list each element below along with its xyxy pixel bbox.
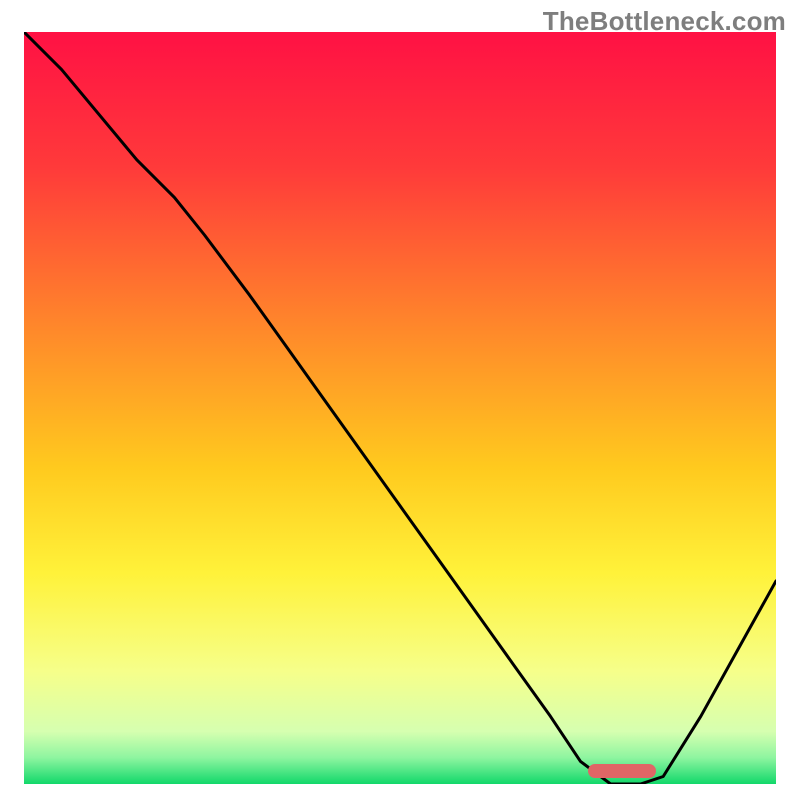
bottleneck-chart: TheBottleneck.com xyxy=(0,0,800,800)
watermark-text: TheBottleneck.com xyxy=(543,6,786,37)
chart-svg xyxy=(24,32,776,784)
gradient-background xyxy=(24,32,776,784)
plot-area xyxy=(24,32,776,784)
optimal-range-indicator xyxy=(588,764,656,778)
